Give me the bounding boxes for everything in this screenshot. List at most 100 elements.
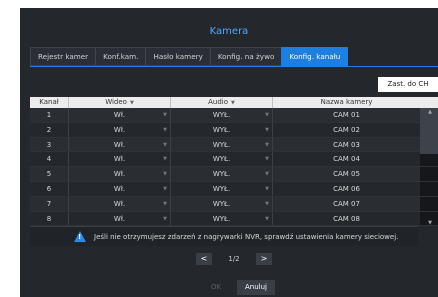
channel-table: Kanał Wideo ▼ Audio ▼ Nazwa kamery 1 Wł. ▼ WY… (30, 97, 438, 227)
video-select[interactable]: Wł. ▼ (68, 122, 170, 137)
scroll-track[interactable] (420, 196, 438, 211)
warning-bar: ! Jeśli nie otrzymujesz zdarzeń z nagryw… (30, 226, 418, 246)
camera-name-field[interactable]: CAM 02 (272, 122, 420, 137)
dropdown-arrow-icon: ▼ (163, 112, 167, 118)
audio-select[interactable]: WYŁ. ▼ (170, 137, 272, 152)
camera-name-field[interactable]: CAM 08 (272, 211, 420, 226)
table-row: 4 Wł. ▼ WYŁ. ▼ CAM 04 (30, 152, 438, 168)
tab-camera-password[interactable]: Hasło kamery (145, 47, 210, 66)
video-value: Wł. (113, 140, 126, 149)
tab-camera-register[interactable]: Rejestr kamer (30, 47, 96, 66)
dropdown-arrow-icon: ▼ (265, 126, 269, 133)
video-select[interactable]: Wł. ▼ (68, 196, 170, 211)
dropdown-arrow-icon: ▼ (163, 156, 167, 163)
audio-value: WYŁ. (212, 170, 231, 179)
channel-number: 6 (46, 184, 52, 193)
audio-value: WYŁ. (212, 125, 231, 134)
header-camera-name: Nazwa kamery (272, 97, 420, 108)
dropdown-arrow-icon: ▼ (265, 141, 269, 148)
channel-number: 4 (46, 155, 52, 164)
tab-channel-config[interactable]: Konfig. kanału (281, 47, 349, 66)
dropdown-arrow-icon: ▼ (163, 141, 167, 148)
video-select[interactable]: Wł. ▼ (68, 211, 170, 226)
table-row: 2 Wł. ▼ WYŁ. ▼ CAM 02 (30, 122, 438, 138)
channel-number: 2 (46, 125, 52, 134)
dropdown-arrow-icon: ▼ (129, 100, 134, 106)
camera-name-field[interactable]: CAM 07 (272, 196, 420, 211)
audio-select[interactable]: WYŁ. ▼ (170, 181, 272, 196)
audio-select[interactable]: WYŁ. ▼ (170, 108, 272, 122)
camera-name-field[interactable]: CAM 04 (272, 152, 420, 167)
scroll-track[interactable] (420, 167, 438, 181)
channel-number: 8 (46, 214, 52, 223)
pagination: < 1/2 > (196, 253, 272, 265)
video-value: Wł. (113, 199, 126, 208)
video-select[interactable]: Wł. ▼ (68, 181, 170, 196)
dropdown-arrow-icon: ▼ (231, 100, 235, 106)
camera-name-field[interactable]: CAM 01 (272, 108, 420, 122)
dropdown-arrow-icon: ▼ (163, 185, 167, 192)
audio-select[interactable]: WYŁ. ▼ (170, 211, 272, 226)
video-select[interactable]: Wł. ▼ (68, 108, 170, 122)
scroll-down-icon[interactable]: ▼ (428, 220, 432, 226)
tab-underline (30, 66, 438, 67)
tab-live-config[interactable]: Konfig. na żywo (209, 47, 282, 66)
video-value: Wł. (113, 155, 126, 164)
table-row: 8 Wł. ▼ WYŁ. ▼ CAM 08 (30, 211, 438, 227)
warning-text: Jeśli nie otrzymujesz zdarzeń z nagrywar… (94, 232, 399, 241)
channel-number: 1 (46, 111, 52, 119)
dropdown-arrow-icon: ▼ (265, 215, 269, 222)
dropdown-arrow-icon: ▼ (163, 200, 167, 207)
audio-select[interactable]: WYŁ. ▼ (170, 152, 272, 167)
header-audio[interactable]: Audio ▼ (170, 97, 272, 108)
audio-value: WYŁ. (212, 199, 231, 208)
audio-value: WYŁ. (212, 214, 231, 223)
video-value: Wł. (113, 111, 126, 119)
table-header: Kanał Wideo ▼ Audio ▼ Nazwa kamery (30, 97, 438, 108)
audio-select[interactable]: WYŁ. ▼ (170, 167, 272, 181)
video-select[interactable]: Wł. ▼ (68, 167, 170, 181)
camera-name-field[interactable]: CAM 03 (272, 137, 420, 152)
next-page-button[interactable]: > (256, 253, 272, 265)
channel-number: 3 (46, 140, 52, 149)
tab-bar: Rejestr kamer Konf.kam. Hasło kamery Kon… (30, 47, 349, 66)
audio-value: WYŁ. (212, 155, 231, 164)
scroll-track[interactable] (420, 152, 438, 167)
table-row: 1 Wł. ▼ WYŁ. ▼ CAM 01 (30, 108, 438, 123)
video-value: Wł. (113, 125, 126, 134)
tab-camera-config[interactable]: Konf.kam. (95, 47, 146, 66)
ok-button[interactable]: OK (199, 280, 233, 295)
prev-page-button[interactable]: < (196, 253, 212, 265)
header-channel: Kanał (39, 98, 59, 106)
dropdown-arrow-icon: ▼ (265, 112, 269, 118)
video-select[interactable]: Wł. ▼ (68, 152, 170, 167)
scroll-track[interactable] (420, 181, 438, 196)
copy-to-channel-button[interactable]: Zast. do CH (378, 77, 438, 92)
dropdown-arrow-icon: ▼ (265, 185, 269, 192)
dropdown-arrow-icon: ▼ (265, 171, 269, 178)
dropdown-arrow-icon: ▼ (265, 156, 269, 163)
audio-value: WYŁ. (212, 140, 231, 149)
page-indicator: 1/2 (228, 255, 240, 263)
camera-name-field[interactable]: CAM 06 (272, 181, 420, 196)
video-select[interactable]: Wł. ▼ (68, 137, 170, 152)
table-row: 5 Wł. ▼ WYŁ. ▼ CAM 05 (30, 167, 438, 182)
header-video[interactable]: Wideo ▼ (68, 97, 170, 108)
scroll-up-icon[interactable]: ▲ (428, 109, 432, 115)
channel-number: 7 (46, 199, 52, 208)
channel-number: 5 (46, 170, 52, 179)
camera-name-field[interactable]: CAM 05 (272, 167, 420, 181)
audio-select[interactable]: WYŁ. ▼ (170, 196, 272, 211)
video-value: Wł. (113, 170, 126, 179)
table-row: 6 Wł. ▼ WYŁ. ▼ CAM 06 (30, 181, 438, 197)
dropdown-arrow-icon: ▼ (163, 171, 167, 178)
table-body: 1 Wł. ▼ WYŁ. ▼ CAM 01 2 Wł. ▼ WYŁ. ▼ CAM 02 3 Wł. ▼ WYŁ… (30, 108, 438, 227)
cancel-button[interactable]: Anuluj (237, 280, 275, 295)
audio-value: WYŁ. (212, 111, 231, 119)
dropdown-arrow-icon: ▼ (163, 126, 167, 133)
header-video-label: Wideo (105, 98, 127, 106)
audio-value: WYŁ. (212, 184, 231, 193)
table-row: 7 Wł. ▼ WYŁ. ▼ CAM 07 (30, 196, 438, 212)
header-audio-label: Audio (208, 98, 229, 106)
audio-select[interactable]: WYŁ. ▼ (170, 122, 272, 137)
